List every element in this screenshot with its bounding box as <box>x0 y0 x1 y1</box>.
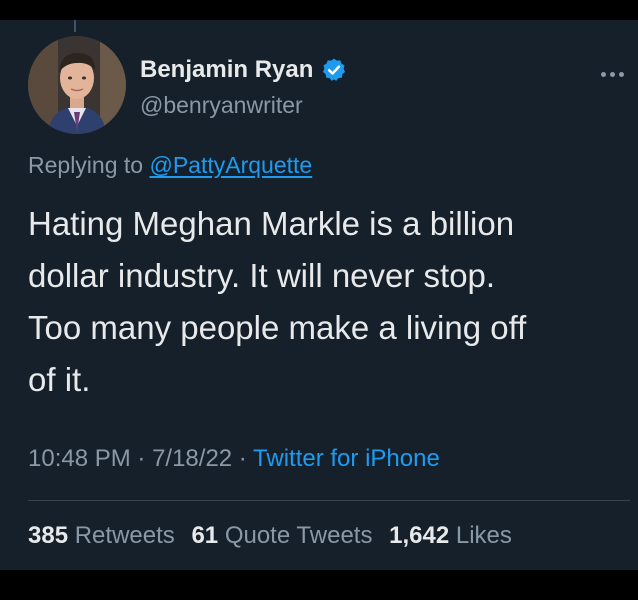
tweet-card: Benjamin Ryan @benryanwriter Replying to… <box>0 20 638 570</box>
replying-to-user-link[interactable]: @PattyArquette <box>149 152 312 178</box>
tweet-date[interactable]: 7/18/22 <box>152 445 232 472</box>
thread-connector-line <box>74 20 76 32</box>
stats-divider <box>28 500 630 501</box>
author-handle[interactable]: @benryanwriter <box>140 92 303 119</box>
retweets-label: Retweets <box>74 522 175 549</box>
tweet-source-link[interactable]: Twitter for iPhone <box>253 445 440 472</box>
likes-label: Likes <box>455 522 512 549</box>
quote-tweets-stat[interactable]: 61 Quote Tweets <box>191 522 372 550</box>
tweet-meta: 10:48 PM · 7/18/22 · Twitter for iPhone <box>28 445 440 473</box>
tweet-text-line: Too many people make a living off <box>28 309 527 346</box>
tweet-text-line: dollar industry. It will never stop. <box>28 257 496 294</box>
retweets-count: 385 <box>28 522 69 549</box>
author-name-row: Benjamin Ryan <box>140 52 347 88</box>
avatar[interactable] <box>28 36 126 134</box>
replying-to-line: Replying to @PattyArquette <box>28 152 312 179</box>
meta-separator: · <box>130 445 153 472</box>
retweets-stat[interactable]: 385 Retweets <box>28 522 175 550</box>
tweet-text: Hating Meghan Markle is a billion dollar… <box>28 198 628 406</box>
more-dot <box>609 71 615 77</box>
tweet-text-line: of it. <box>28 361 91 398</box>
tweet-text-line: Hating Meghan Markle is a billion <box>28 205 515 242</box>
more-options-icon[interactable] <box>596 64 628 84</box>
tweet-stats: 385 Retweets 61 Quote Tweets 1,642 Likes <box>28 522 522 550</box>
avatar-portrait-icon <box>28 36 126 134</box>
verified-badge-icon <box>323 58 346 81</box>
author-display-name[interactable]: Benjamin Ryan <box>140 56 313 84</box>
quote-tweets-label: Quote Tweets <box>224 522 373 549</box>
likes-count: 1,642 <box>389 522 450 549</box>
screenshot-frame: Benjamin Ryan @benryanwriter Replying to… <box>0 0 638 600</box>
replying-to-label: Replying to <box>28 152 144 178</box>
tweet-time[interactable]: 10:48 PM <box>28 445 131 472</box>
meta-separator: · <box>232 445 254 472</box>
likes-stat[interactable]: 1,642 Likes <box>389 522 512 550</box>
more-dot <box>618 71 624 77</box>
quote-tweets-count: 61 <box>191 522 219 549</box>
more-dot <box>600 71 606 77</box>
